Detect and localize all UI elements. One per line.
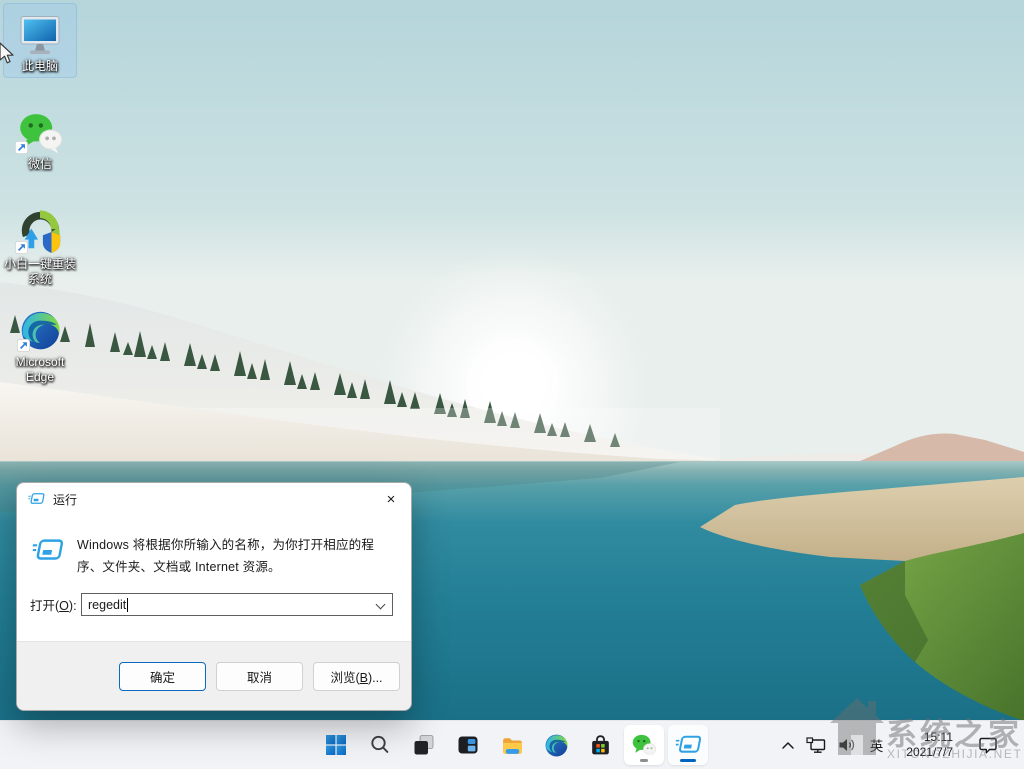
windows-start-icon bbox=[324, 733, 348, 757]
store-button[interactable] bbox=[580, 725, 620, 765]
desktop-icon-label: Microsoft Edge bbox=[4, 355, 76, 385]
this-pc-icon bbox=[16, 14, 64, 56]
taskbar: 英 15:11 2021/7/7 bbox=[0, 720, 1024, 769]
edge-button[interactable] bbox=[536, 725, 576, 765]
edge-icon bbox=[544, 733, 569, 758]
cancel-button[interactable]: 取消 bbox=[216, 662, 303, 691]
tray-time: 15:11 bbox=[924, 730, 953, 745]
desktop-icon-label: 微信 bbox=[28, 157, 52, 172]
open-label: 打开(O): bbox=[30, 595, 81, 614]
wechat-taskbar-button[interactable] bbox=[624, 725, 664, 765]
run-taskbar-button[interactable] bbox=[668, 725, 708, 765]
run-dialog-description: Windows 将根据你所输入的名称，为你打开相应的程序、文件夹、文档或 Int… bbox=[77, 534, 385, 578]
close-icon[interactable]: × bbox=[371, 483, 411, 515]
ok-button[interactable]: 确定 bbox=[119, 662, 206, 691]
tray-date: 2021/7/7 bbox=[906, 745, 953, 760]
run-command-value: regedit bbox=[88, 598, 126, 612]
browse-button[interactable]: 浏览(B)... bbox=[313, 662, 400, 691]
run-dialog-title: 运行 bbox=[53, 491, 77, 508]
text-caret bbox=[127, 598, 128, 612]
active-indicator bbox=[680, 759, 696, 762]
file-explorer-icon bbox=[500, 733, 525, 758]
mouse-cursor bbox=[0, 42, 18, 66]
run-dialog-titlebar[interactable]: 运行 × bbox=[17, 483, 411, 515]
file-explorer-button[interactable] bbox=[492, 725, 532, 765]
clock[interactable]: 15:11 2021/7/7 bbox=[906, 730, 953, 760]
network-icon[interactable] bbox=[806, 737, 827, 754]
chevron-down-icon[interactable] bbox=[376, 600, 386, 610]
task-view-icon bbox=[412, 733, 436, 757]
run-icon-large bbox=[32, 537, 64, 564]
notification-center-icon[interactable] bbox=[978, 736, 998, 755]
volume-icon[interactable] bbox=[838, 737, 857, 753]
shortcut-arrow-icon bbox=[17, 339, 30, 352]
show-hidden-icons-chevron[interactable] bbox=[781, 741, 795, 750]
search-button[interactable] bbox=[360, 725, 400, 765]
desktop-icon-xiaobai[interactable]: 小白一键重装系统 bbox=[4, 202, 76, 290]
run-command-input[interactable]: regedit bbox=[81, 593, 393, 616]
run-icon bbox=[675, 734, 702, 756]
desktop-icon-label: 此电脑 bbox=[22, 59, 58, 74]
store-icon bbox=[588, 733, 613, 758]
shortcut-arrow-icon bbox=[15, 241, 28, 254]
run-dialog-footer: 确定 取消 浏览(B)... bbox=[17, 641, 411, 710]
widgets-button[interactable] bbox=[448, 725, 488, 765]
wechat-icon bbox=[631, 733, 657, 757]
running-indicator bbox=[640, 759, 648, 762]
desktop-icon-edge[interactable]: Microsoft Edge bbox=[4, 300, 76, 388]
run-icon bbox=[28, 492, 45, 506]
desktop-icon-label: 小白一键重装系统 bbox=[4, 257, 76, 287]
shortcut-arrow-icon bbox=[15, 141, 28, 154]
start-button[interactable] bbox=[316, 725, 356, 765]
desktop: 此电脑 微信 小白一键重装系统 Microsoft Edge 运行 × bbox=[0, 0, 1024, 769]
desktop-icon-wechat[interactable]: 微信 bbox=[4, 102, 76, 175]
ime-indicator[interactable]: 英 bbox=[870, 735, 884, 755]
task-view-button[interactable] bbox=[404, 725, 444, 765]
search-icon bbox=[368, 733, 392, 757]
run-dialog: 运行 × Windows 将根据你所输入的名称，为你打开相应的程序、文件夹、文档… bbox=[16, 482, 412, 711]
desktop-icon-this-pc[interactable]: 此电脑 bbox=[4, 4, 76, 77]
widgets-icon bbox=[456, 733, 480, 757]
